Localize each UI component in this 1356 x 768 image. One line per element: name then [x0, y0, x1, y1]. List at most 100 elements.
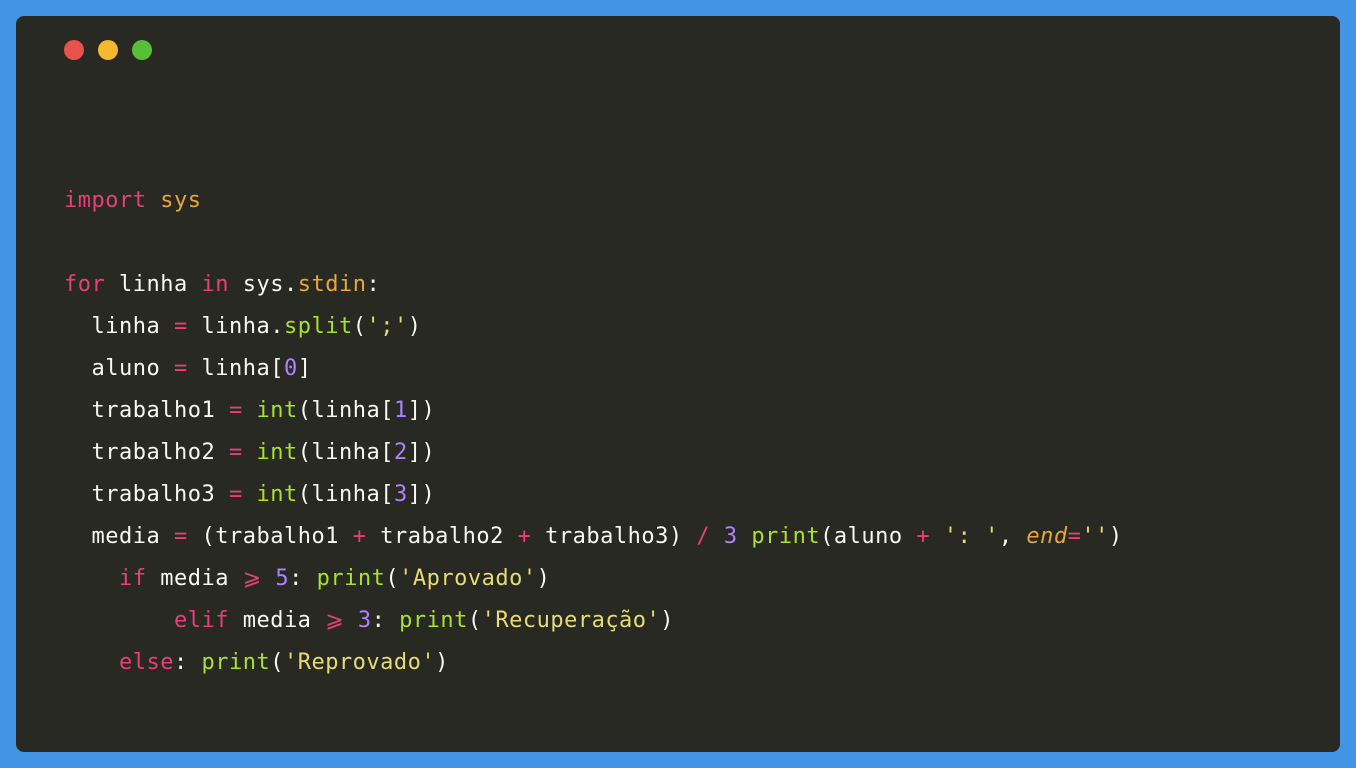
code-token [311, 608, 325, 633]
code-token [339, 524, 353, 549]
code-token: ) [408, 314, 422, 339]
code-token [188, 314, 202, 339]
code-token [903, 524, 917, 549]
zoom-icon[interactable] [132, 40, 152, 60]
code-token: ]) [408, 482, 436, 507]
code-token: = [229, 482, 243, 507]
code-token: : [174, 650, 202, 675]
editor-window: import sys for linha in sys.stdin: linha… [16, 16, 1340, 752]
code-line: trabalho2 = int(linha[2]) [64, 432, 1292, 474]
code-token: aluno [92, 356, 161, 381]
code-token: [ [380, 398, 394, 423]
code-token: ( [353, 314, 367, 339]
code-token [229, 608, 243, 633]
code-token [146, 566, 160, 591]
code-line: media = (trabalho1 + trabalho2 + trabalh… [64, 516, 1292, 558]
code-token [146, 188, 160, 213]
code-token: ( [385, 566, 399, 591]
code-token [366, 524, 380, 549]
code-token: for [64, 272, 105, 297]
code-token: [ [270, 356, 284, 381]
code-token [64, 482, 92, 507]
code-token: : [372, 608, 400, 633]
code-token: . [284, 272, 298, 297]
close-icon[interactable] [64, 40, 84, 60]
code-token: linha [311, 482, 380, 507]
code-token: 1 [394, 398, 408, 423]
code-line: trabalho1 = int(linha[1]) [64, 390, 1292, 432]
code-token: ( [298, 398, 312, 423]
code-token: linha [311, 398, 380, 423]
code-token: ( [188, 524, 216, 549]
code-token [262, 566, 276, 591]
code-line: elif media ⩾ 3: print('Recuperação') [64, 600, 1292, 642]
code-token: linha [201, 314, 270, 339]
code-token: print [751, 524, 820, 549]
code-token: ( [468, 608, 482, 633]
code-token [160, 356, 174, 381]
code-token: + [916, 524, 930, 549]
code-token [215, 482, 229, 507]
traffic-lights [64, 40, 152, 60]
code-token: / [696, 524, 710, 549]
code-line: linha = linha.split(';') [64, 306, 1292, 348]
code-token [215, 398, 229, 423]
code-token: if [119, 566, 147, 591]
code-token: ( [820, 524, 834, 549]
code-token: end [1026, 524, 1067, 549]
code-token: sys [243, 272, 284, 297]
code-token: media [92, 524, 161, 549]
code-token: : [289, 566, 317, 591]
code-token: [ [380, 440, 394, 465]
code-token: = [174, 524, 188, 549]
code-token: 'Reprovado' [284, 650, 435, 675]
code-token: trabalho1 [92, 398, 216, 423]
code-token [64, 566, 119, 591]
code-token: 'Aprovado' [399, 566, 536, 591]
code-token [160, 524, 174, 549]
code-token: linha [119, 272, 188, 297]
code-token: 0 [284, 356, 298, 381]
minimize-icon[interactable] [98, 40, 118, 60]
code-token [229, 566, 243, 591]
code-token: split [284, 314, 353, 339]
code-line: for linha in sys.stdin: [64, 264, 1292, 306]
code-token [243, 398, 257, 423]
code-token: ] [298, 356, 312, 381]
code-token [64, 524, 92, 549]
code-token: trabalho3 [92, 482, 216, 507]
code-token [930, 524, 944, 549]
code-line: if media ⩾ 5: print('Aprovado') [64, 558, 1292, 600]
code-token [215, 440, 229, 465]
code-token: trabalho2 [92, 440, 216, 465]
code-token: print [317, 566, 386, 591]
code-token: 3 [394, 482, 408, 507]
code-token [243, 440, 257, 465]
code-token: ) [660, 608, 674, 633]
code-token: ⩾ [325, 608, 344, 633]
code-token [229, 272, 243, 297]
code-token: : [366, 272, 380, 297]
code-token: , [999, 524, 1027, 549]
code-token [64, 608, 174, 633]
code-line: else: print('Reprovado') [64, 642, 1292, 684]
code-token: trabalho3 [545, 524, 669, 549]
code-token [738, 524, 752, 549]
code-token: = [174, 314, 188, 339]
code-token: else [119, 650, 174, 675]
code-token: aluno [834, 524, 903, 549]
code-token: 5 [275, 566, 289, 591]
code-token: ) [537, 566, 551, 591]
code-token: ': ' [944, 524, 999, 549]
code-line: trabalho3 = int(linha[3]) [64, 474, 1292, 516]
code-token: trabalho2 [380, 524, 504, 549]
code-token [344, 608, 358, 633]
code-token: '' [1081, 524, 1109, 549]
code-token: media [160, 566, 229, 591]
code-token: + [353, 524, 367, 549]
code-token [710, 524, 724, 549]
code-token: ⩾ [243, 566, 262, 591]
code-token [64, 440, 92, 465]
code-token [188, 272, 202, 297]
code-token: linha [92, 314, 161, 339]
